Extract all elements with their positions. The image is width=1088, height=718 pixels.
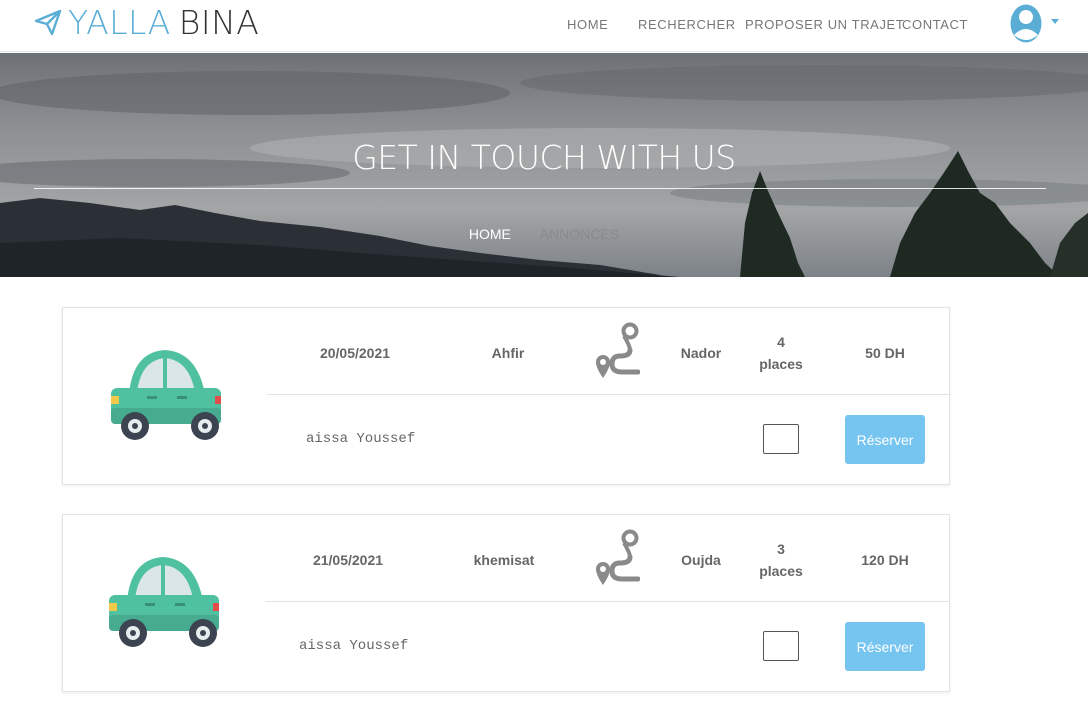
listing-arrival-city: Oujda (681, 552, 721, 568)
reserve-button[interactable]: Réserver (845, 622, 925, 671)
listing-price: 120 DH (861, 552, 909, 568)
listing-seats: 4 places (751, 331, 811, 375)
breadcrumb-separator: / (523, 226, 528, 242)
seats-quantity-input[interactable] (763, 631, 799, 661)
listing-divider (265, 601, 949, 602)
nav-rechercher[interactable]: RECHERCHER (638, 17, 736, 32)
listing-departure-city: Ahfir (491, 345, 525, 361)
nav-proposer-un-trajet[interactable]: PROPOSER UN TRAJET (745, 17, 904, 32)
seats-quantity-input[interactable] (763, 424, 799, 454)
user-avatar-icon[interactable] (1009, 3, 1043, 44)
nav-home[interactable]: HOME (567, 17, 608, 32)
breadcrumb-current: ANNONCES (539, 226, 620, 242)
listing-card: 21/05/2021 khemisat Oujda 3 places 120 D… (62, 514, 950, 692)
hero-divider (34, 188, 1046, 189)
brand-logo[interactable]: YALLA BINA (34, 2, 259, 42)
reserve-button[interactable]: Réserver (845, 415, 925, 464)
listing-seats-label: places (759, 563, 803, 579)
listing-divider (267, 394, 951, 395)
hero-banner: GET IN TOUCH WITH US HOME / ANNONCES (0, 53, 1088, 277)
listing-driver-name: aissa Youssef (299, 638, 409, 654)
breadcrumb: HOME / ANNONCES (0, 226, 1088, 242)
breadcrumb-home[interactable]: HOME (469, 226, 511, 242)
navbar: YALLA BINA HOME RECHERCHER PROPOSER UN T… (0, 0, 1088, 52)
route-icon (596, 322, 640, 378)
listing-seats: 3 places (751, 538, 811, 582)
brand-name-part2: BINA (178, 2, 260, 42)
hero-title: GET IN TOUCH WITH US (352, 138, 736, 177)
nav-contact[interactable]: CONTACT (902, 17, 968, 32)
listing-card: 20/05/2021 Ahfir Nador 4 places 50 DH ai… (62, 307, 951, 485)
listing-departure-city: khemisat (473, 552, 535, 568)
listing-arrival-city: Nador (680, 345, 722, 361)
brand-name-part1: YALLA (68, 2, 171, 42)
listing-seats-label: places (759, 356, 803, 372)
car-icon (111, 350, 221, 440)
listing-seats-count: 4 (777, 334, 785, 350)
car-icon (109, 557, 219, 647)
listing-price: 50 DH (865, 345, 905, 361)
listing-date: 20/05/2021 (319, 345, 391, 361)
listing-date: 21/05/2021 (312, 552, 384, 568)
listing-seats-count: 3 (777, 541, 785, 557)
listing-driver-name: aissa Youssef (306, 431, 416, 447)
route-icon (596, 529, 640, 585)
paper-plane-icon (34, 9, 62, 36)
caret-down-icon[interactable] (1051, 19, 1059, 24)
